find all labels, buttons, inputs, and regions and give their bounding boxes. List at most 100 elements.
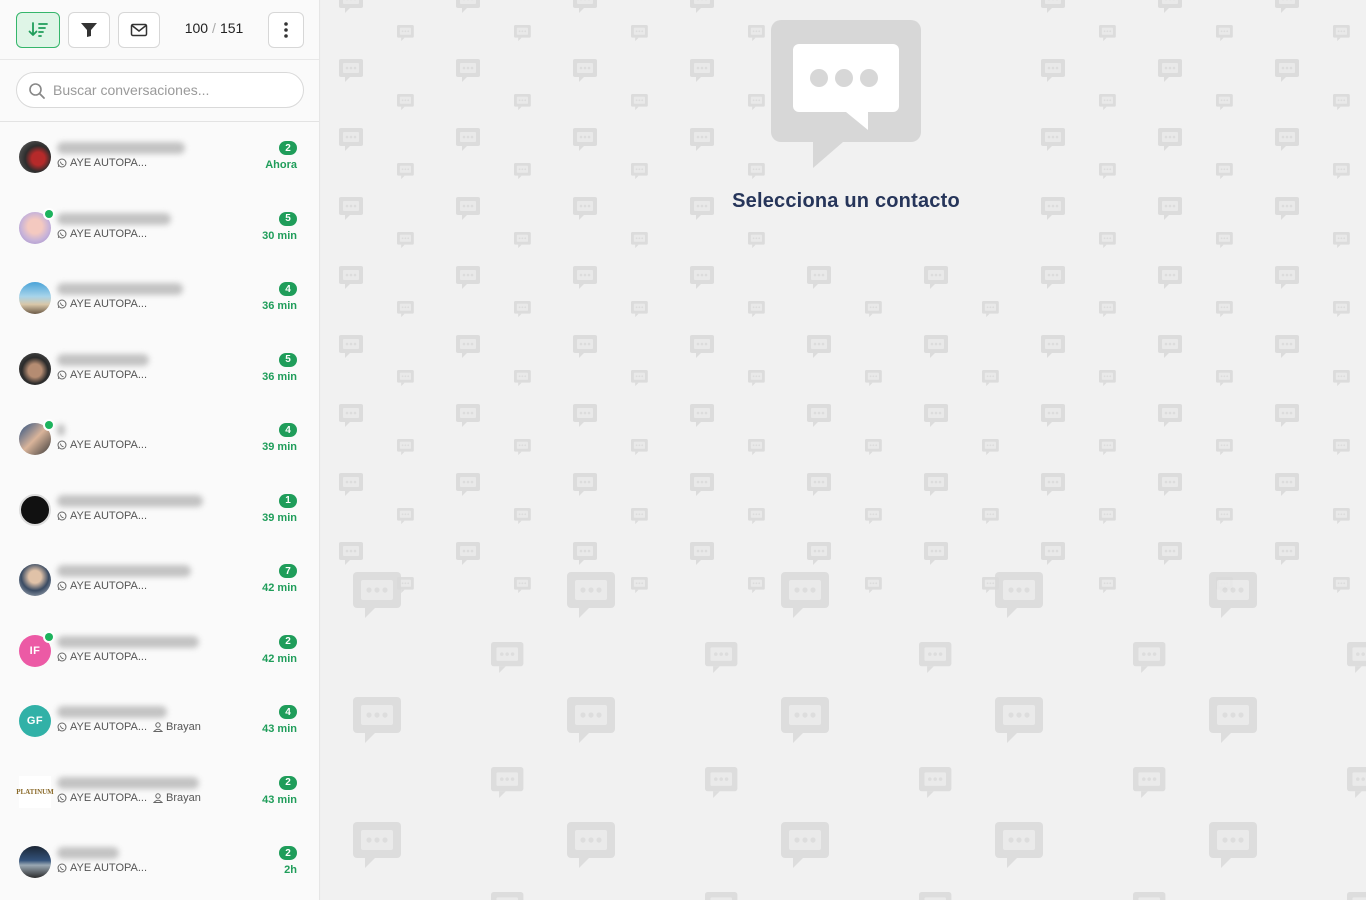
pattern-bubble-icon: [514, 232, 531, 249]
pattern-bubble-icon: [781, 572, 829, 618]
pattern-bubble-icon: [1158, 266, 1182, 289]
conversation-item[interactable]: AYE AUTOPA... 5 36 min: [0, 334, 319, 405]
search-section: [0, 60, 319, 122]
pattern-bubble-icon: [1333, 232, 1350, 249]
pattern-bubble-icon: [919, 642, 952, 674]
pattern-bubble-icon: [924, 473, 948, 496]
avatar: [19, 352, 51, 385]
pattern-bubble-icon: [748, 439, 765, 456]
pattern-bubble-icon: [1216, 25, 1233, 42]
pattern-bubble-icon: [865, 577, 882, 594]
pattern-bubble-icon: [573, 59, 597, 82]
pattern-bubble-icon: [1216, 370, 1233, 387]
pattern-bubble-icon: [1099, 25, 1116, 42]
pattern-bubble-icon: [1133, 767, 1166, 799]
pattern-bubble-icon: [865, 301, 882, 318]
pattern-bubble-icon: [807, 266, 831, 289]
pattern-bubble-icon: [865, 370, 882, 387]
conversation-item[interactable]: AYE AUTOPA... 4 39 min: [0, 404, 319, 475]
channel-name: AYE AUTOPA...: [70, 227, 148, 240]
last-message-time: 30 min: [262, 229, 297, 242]
pattern-bubble-icon: [1275, 473, 1299, 496]
sort-button[interactable]: [16, 12, 60, 48]
channel-name: AYE AUTOPA...: [70, 721, 148, 733]
pattern-bubble-icon: [353, 822, 401, 868]
conversation-meta: AYE AUTOPA...: [57, 298, 147, 310]
avatar: [19, 141, 51, 173]
whatsapp-icon: [57, 652, 67, 661]
pattern-bubble-icon: [631, 94, 648, 111]
filter-icon: [81, 23, 97, 37]
pattern-bubble-icon: [631, 163, 648, 180]
conversation-item[interactable]: PLATINUM AYE AUTOPA... Brayan 2 43 min: [0, 757, 319, 828]
pattern-bubble-icon: [748, 577, 765, 594]
pattern-bubble-icon: [995, 697, 1043, 743]
conversation-item[interactable]: AYE AUTOPA... 7 42 min: [0, 545, 319, 616]
pattern-bubble-icon: [339, 59, 363, 82]
pattern-bubble-icon: [1216, 232, 1233, 249]
conversation-sidebar: 100/151 AYE AUTOPA...2AhoraAYE AUTOPA...…: [0, 0, 320, 900]
pattern-bubble-icon: [573, 335, 597, 358]
more-options-button[interactable]: [268, 12, 304, 48]
online-indicator: [43, 630, 55, 643]
pattern-bubble-icon: [1333, 508, 1350, 525]
pattern-bubble-icon: [631, 508, 648, 525]
pattern-bubble-icon: [456, 335, 480, 358]
pattern-bubble-icon: [456, 266, 480, 289]
conversation-item[interactable]: AYE AUTOPA... 1 39 min: [0, 475, 319, 546]
pattern-bubble-icon: [1347, 767, 1366, 799]
pattern-bubble-icon: [1099, 94, 1116, 111]
last-message-time: 43 min: [262, 723, 297, 735]
pattern-bubble-icon: [456, 59, 480, 82]
pattern-bubble-icon: [631, 232, 648, 249]
contact-name-blurred: [57, 424, 65, 436]
pattern-bubble-icon: [1275, 404, 1299, 427]
pattern-bubble-icon: [397, 439, 414, 456]
pattern-bubble-icon: [631, 25, 648, 42]
pattern-bubble-icon: [924, 266, 948, 289]
conversation-item[interactable]: AYE AUTOPA... 5 30 min: [0, 193, 319, 264]
avatar: [19, 564, 51, 596]
conversation-item[interactable]: AYE AUTOPA... 4 36 min: [0, 263, 319, 334]
contact-name-blurred: [57, 353, 149, 366]
pattern-bubble-icon: [514, 508, 531, 525]
conversation-meta: AYE AUTOPA...: [57, 651, 147, 663]
last-message-time: 2h: [284, 864, 297, 876]
pattern-bubble-icon: [705, 892, 738, 900]
pattern-bubble-icon: [456, 404, 480, 427]
pattern-bubble-icon: [982, 301, 999, 318]
pattern-bubble-icon: [690, 266, 714, 289]
filter-button[interactable]: [68, 12, 110, 48]
search-input[interactable]: [53, 73, 293, 107]
count-total: 151: [219, 20, 244, 36]
pattern-bubble-icon: [1216, 508, 1233, 525]
avatar: [19, 419, 55, 455]
conversation-meta: AYE AUTOPA...: [57, 862, 147, 874]
pattern-bubble-icon: [1275, 197, 1299, 220]
conversation-item[interactable]: GF AYE AUTOPA... Brayan 4 43 min: [0, 686, 319, 757]
pattern-bubble-icon: [491, 767, 524, 799]
conversation-item[interactable]: AYE AUTOPA... 2 2h: [0, 827, 319, 898]
pattern-bubble-icon: [397, 370, 414, 387]
contact-name-blurred: [57, 706, 167, 718]
pattern-bubble-icon: [1041, 0, 1065, 13]
pattern-bubble-icon: [573, 404, 597, 427]
pattern-bubble-icon: [1216, 301, 1233, 318]
pattern-bubble-icon: [514, 577, 531, 594]
avatar: [19, 493, 51, 526]
pattern-bubble-icon: [1133, 892, 1166, 900]
unread-badge: 2: [279, 141, 297, 155]
conversation-item[interactable]: IF AYE AUTOPA... 2 42 min: [0, 616, 319, 687]
search-icon: [29, 83, 45, 99]
conversation-item[interactable]: AYE AUTOPA... 2 Ahora: [0, 122, 319, 193]
pattern-bubble-icon: [491, 892, 524, 900]
pattern-bubble-icon: [1041, 473, 1065, 496]
pattern-bubble-icon: [1347, 642, 1366, 674]
pattern-bubble-icon: [514, 94, 531, 111]
pattern-bubble-icon: [567, 572, 615, 618]
user-icon: [153, 722, 164, 732]
pattern-bubble-icon: [1158, 0, 1182, 13]
pattern-bubble-icon: [1333, 163, 1350, 180]
pattern-bubble-icon: [353, 697, 401, 743]
mail-button[interactable]: [118, 12, 160, 48]
